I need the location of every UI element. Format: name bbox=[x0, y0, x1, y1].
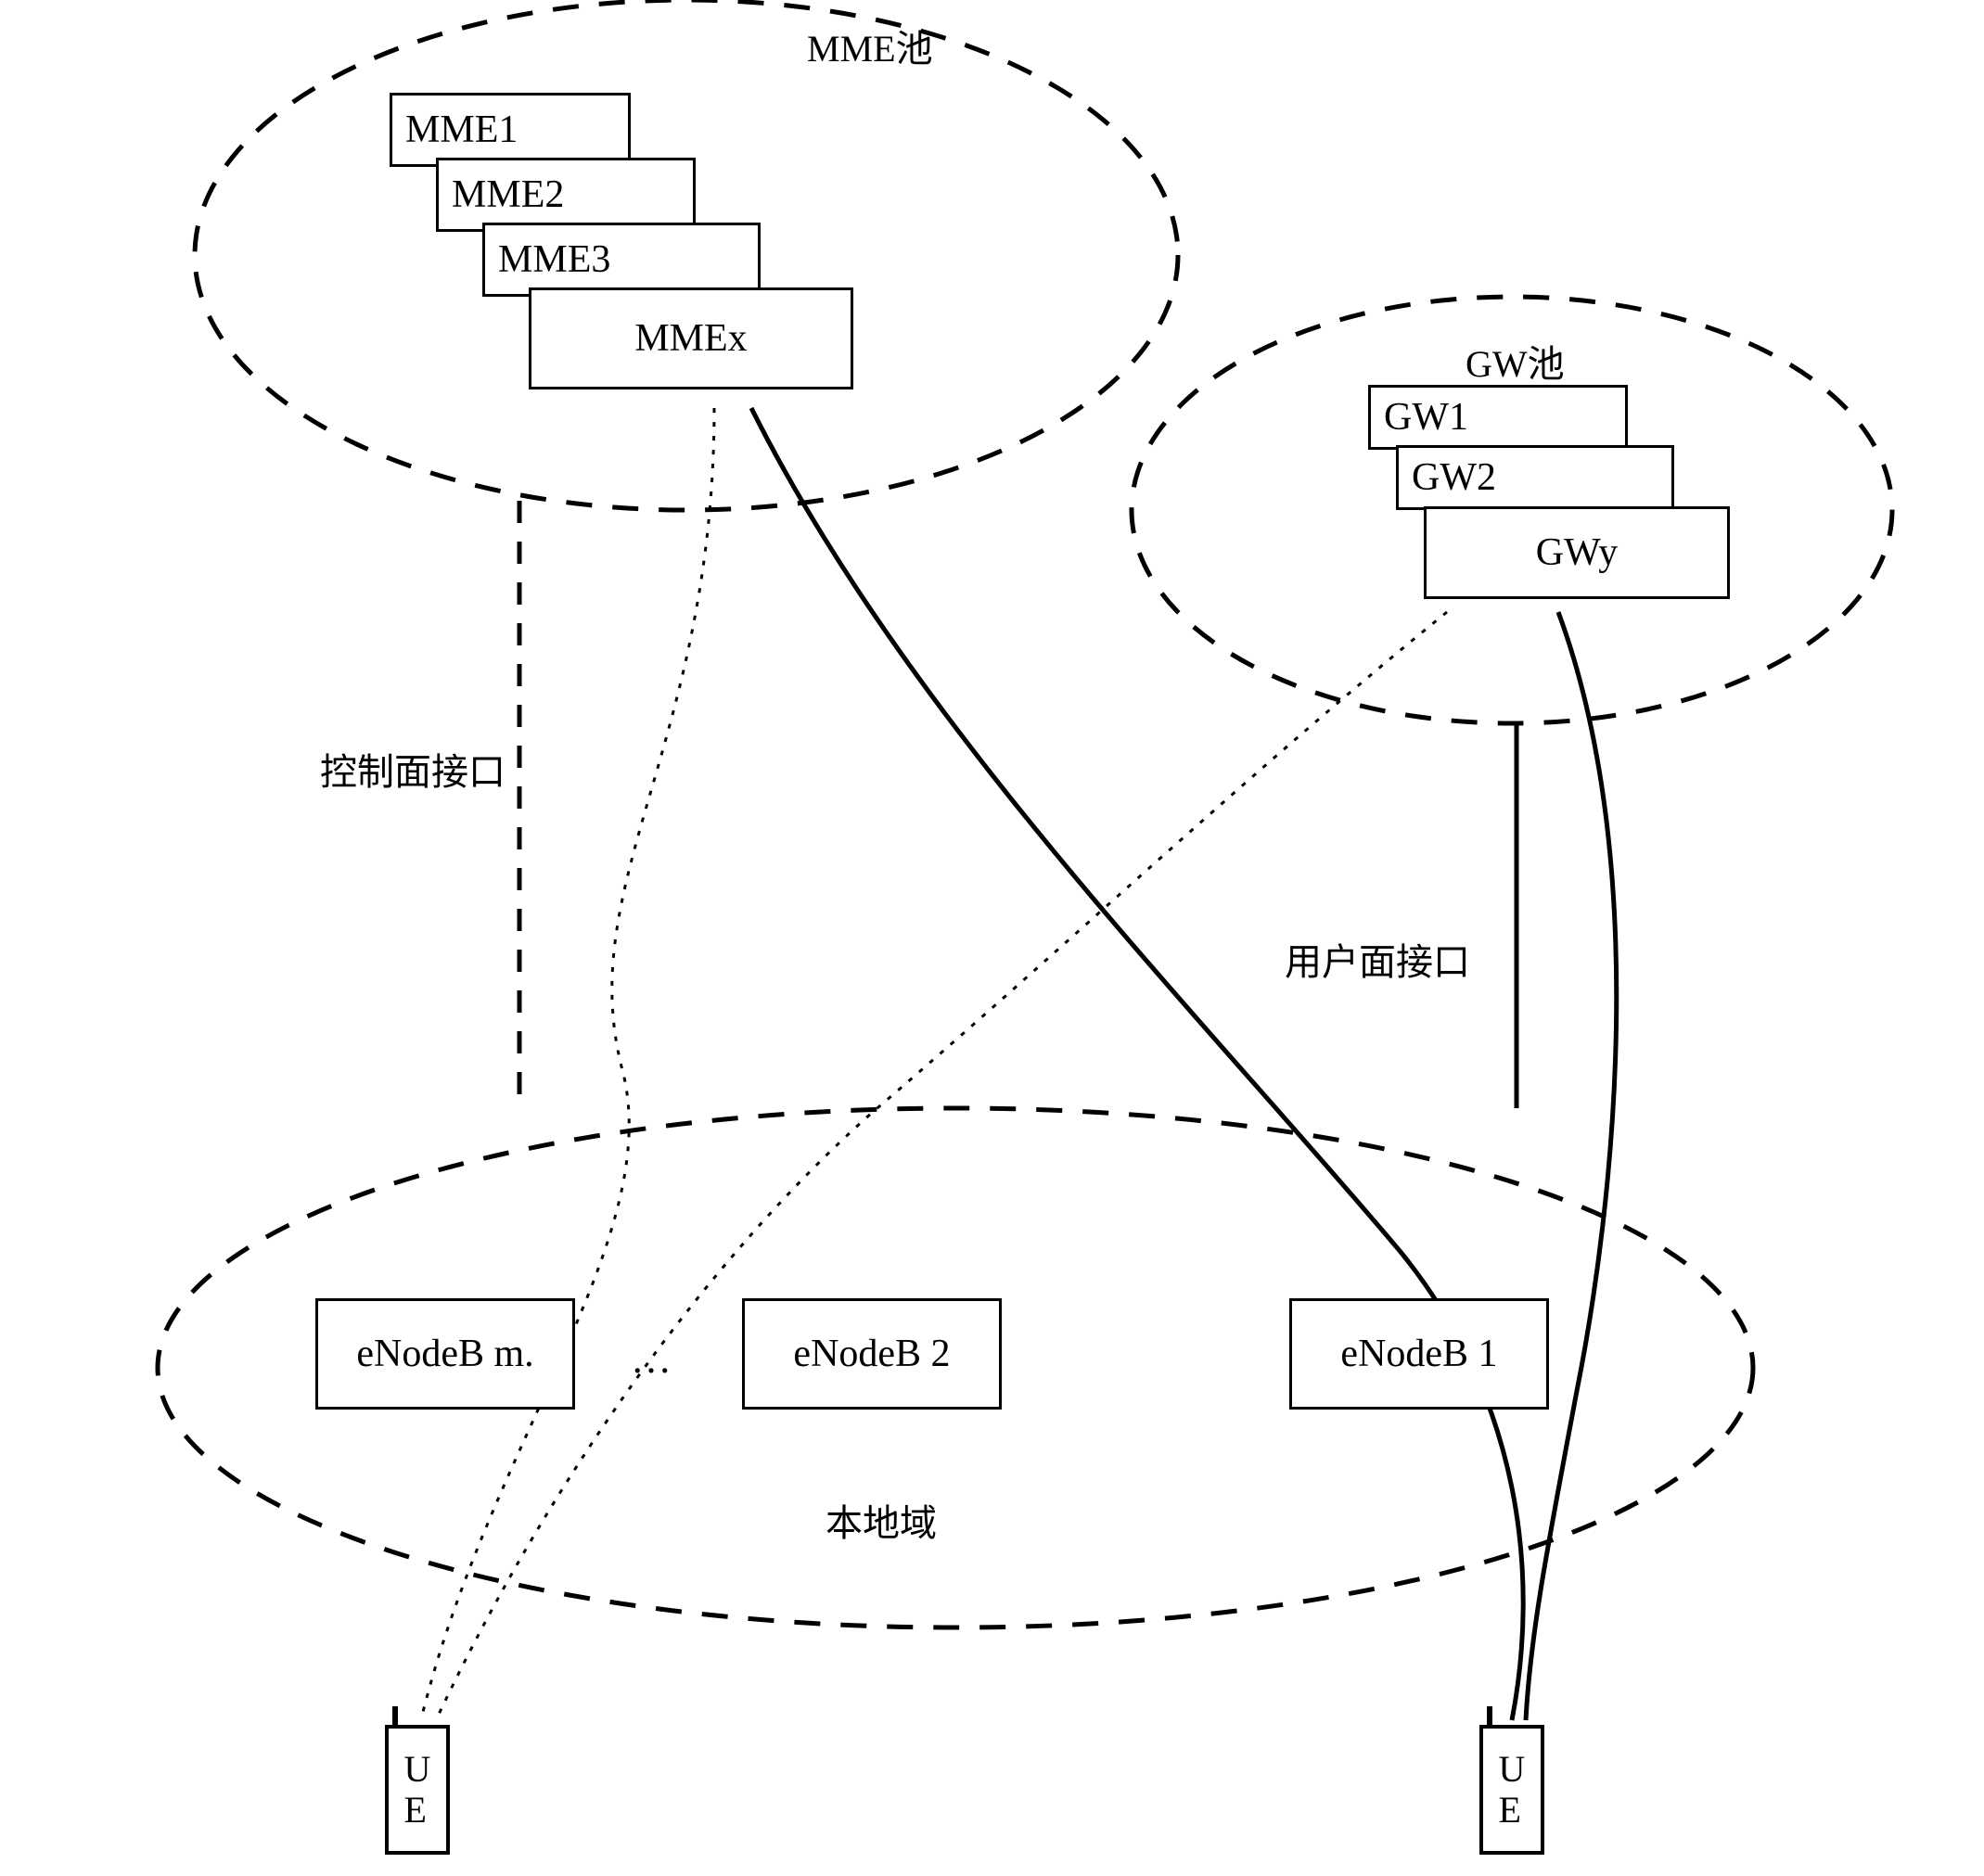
local-area-title: 本地域 bbox=[826, 1493, 937, 1547]
gw-node-2: GW2 bbox=[1396, 445, 1674, 510]
ue-right: UE bbox=[1479, 1725, 1544, 1855]
enodeb-m: eNodeB m. bbox=[315, 1298, 575, 1410]
gw-node-y: GWy bbox=[1424, 506, 1730, 599]
connection-layer bbox=[0, 0, 1984, 1876]
user-plane-label: 用户面接口 bbox=[1285, 932, 1470, 986]
mme-node-3: MME3 bbox=[482, 223, 761, 297]
mme-pool-title: MME池 bbox=[807, 19, 933, 72]
mme-node-2: MME2 bbox=[436, 158, 696, 232]
mme-node-x: MMEx bbox=[529, 287, 853, 389]
enodeb-ellipsis: … bbox=[631, 1335, 672, 1383]
diagram-root: MME池 MME1 MME2 MME3 MMEx GW池 GW1 GW2 GWy… bbox=[0, 0, 1984, 1876]
ue-left-label: UE bbox=[404, 1749, 431, 1831]
mme-node-1: MME1 bbox=[390, 93, 631, 167]
gw-pool-title: GW池 bbox=[1466, 334, 1565, 388]
enodeb-1: eNodeB 1 bbox=[1289, 1298, 1549, 1410]
ue-left: UE bbox=[385, 1725, 450, 1855]
control-plane-label: 控制面接口 bbox=[320, 742, 506, 796]
ue-right-label: UE bbox=[1499, 1749, 1526, 1831]
gw-node-1: GW1 bbox=[1368, 385, 1628, 450]
enodeb-2: eNodeB 2 bbox=[742, 1298, 1002, 1410]
